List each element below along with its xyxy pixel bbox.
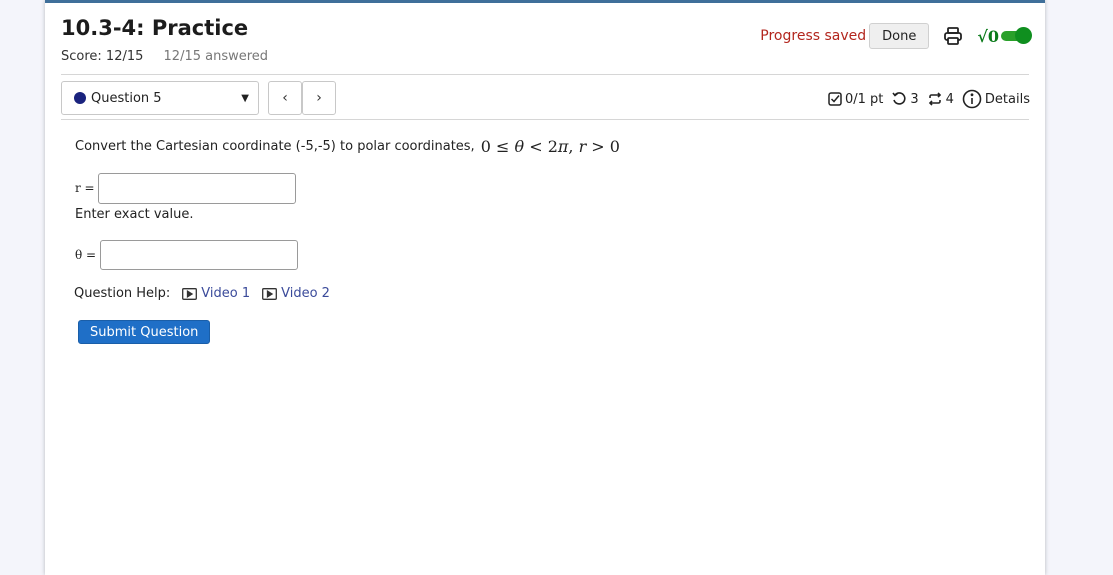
exact-value-hint: Enter exact value. xyxy=(75,207,194,222)
repeat-icon xyxy=(928,92,941,106)
toggle-switch[interactable] xyxy=(1001,27,1032,44)
points-indicator: 0/1 pt xyxy=(828,92,883,107)
prompt-constraint: 0 ≤ θ < 2π, r > 0 xyxy=(480,137,620,156)
done-button[interactable]: Done xyxy=(869,23,930,49)
prompt-text: Convert the Cartesian coordinate (-5,-5)… xyxy=(75,139,475,154)
theta-input[interactable] xyxy=(100,240,298,270)
previous-question-button[interactable]: ‹ xyxy=(268,81,302,115)
print-icon[interactable] xyxy=(943,26,963,46)
question-help-label: Question Help: xyxy=(74,286,171,301)
caret-down-icon: ▼ xyxy=(241,93,249,104)
sqrt-icon: √0 xyxy=(977,26,999,46)
question-help: Question Help: Video 1 Video 2 xyxy=(74,286,330,301)
next-question-button[interactable]: › xyxy=(302,81,336,115)
answered-text: 12/15 answered xyxy=(163,49,269,64)
question-meta: 0/1 pt 3 4 Details xyxy=(820,89,1030,109)
chevron-right-icon: › xyxy=(316,90,322,106)
score-text: Score: 12/15 xyxy=(61,49,144,64)
checkbox-icon xyxy=(828,92,842,106)
progress-saved-status: Progress saved xyxy=(760,28,867,44)
info-icon xyxy=(962,89,982,109)
assignment-panel: 10.3-4: Practice Score: 12/15 12/15 answ… xyxy=(45,0,1045,575)
chevron-left-icon: ‹ xyxy=(282,90,288,106)
toggle-knob xyxy=(1015,27,1032,44)
attempts-indicator: 4 xyxy=(927,91,954,107)
divider-question xyxy=(61,119,1029,120)
video-play-icon xyxy=(262,287,278,300)
r-input[interactable] xyxy=(98,173,296,204)
retries-indicator: 3 xyxy=(891,91,919,107)
video-2-link[interactable]: Video 2 xyxy=(262,286,330,301)
math-entry-toggle[interactable]: √0 xyxy=(977,26,1032,46)
question-prompt: Convert the Cartesian coordinate (-5,-5)… xyxy=(75,137,620,156)
retry-icon xyxy=(892,92,906,105)
video-1-link[interactable]: Video 1 xyxy=(182,286,250,301)
details-button[interactable]: Details xyxy=(962,89,1030,109)
page-title: 10.3-4: Practice xyxy=(61,16,249,40)
submit-question-button[interactable]: Submit Question xyxy=(78,320,211,344)
r-label: r = xyxy=(75,181,95,195)
header-actions: Progress saved Done √0 xyxy=(760,23,1032,49)
score-line: Score: 12/15 12/15 answered xyxy=(61,49,268,64)
theta-label: θ = xyxy=(75,248,97,262)
divider-top xyxy=(61,74,1029,75)
question-select[interactable]: Question 5 ▼ xyxy=(61,81,259,115)
question-select-label: Question 5 xyxy=(91,90,162,106)
question-status-dot xyxy=(74,92,86,104)
video-play-icon xyxy=(182,287,198,300)
